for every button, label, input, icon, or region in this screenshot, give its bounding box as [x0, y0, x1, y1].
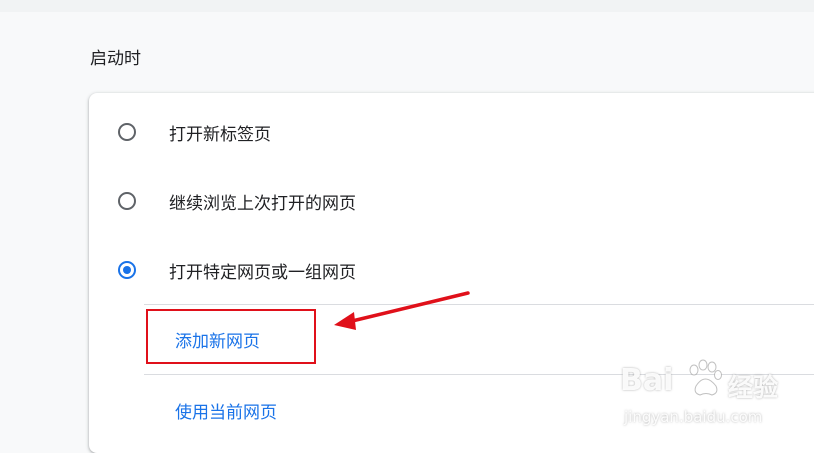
divider [144, 304, 814, 305]
top-strip [0, 0, 814, 12]
baidu-jingyan-watermark: Bai 经验 jingyan.baidu.com [618, 352, 808, 442]
section-title: 启动时 [90, 49, 141, 69]
annotation-highlight-box [146, 309, 316, 364]
radio-button-unchecked[interactable] [118, 123, 136, 141]
watermark-url: jingyan.baidu.com [624, 408, 763, 426]
radio-option-continue[interactable]: 继续浏览上次打开的网页 [89, 167, 814, 227]
use-current-pages-link[interactable]: 使用当前网页 [175, 398, 277, 423]
radio-label-continue: 继续浏览上次打开的网页 [169, 194, 356, 214]
radio-button-unchecked[interactable] [118, 192, 136, 210]
radio-option-new-tab[interactable]: 打开新标签页 [89, 98, 814, 158]
annotation-arrow-icon [334, 291, 470, 330]
radio-label-specific-pages: 打开特定网页或一组网页 [169, 263, 356, 283]
watermark-brand-jingyan: 经验 [728, 373, 779, 402]
watermark-brand-bai: Bai [620, 363, 674, 398]
radio-label-new-tab: 打开新标签页 [169, 125, 271, 145]
radio-button-checked[interactable] [118, 261, 136, 279]
